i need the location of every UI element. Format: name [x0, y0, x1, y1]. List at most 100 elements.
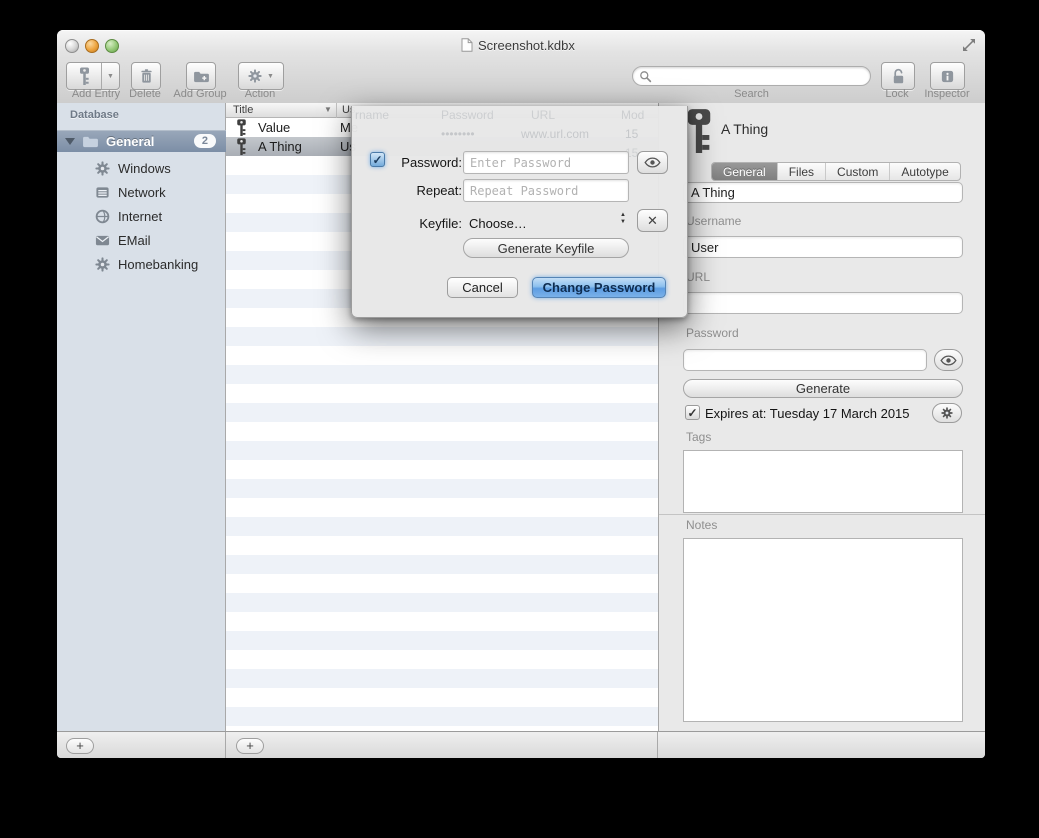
tags-field[interactable] — [683, 450, 963, 513]
ghost-header-password: Password — [441, 108, 494, 122]
close-window-button[interactable] — [65, 39, 79, 53]
server-icon — [95, 185, 110, 200]
lock-open-icon — [891, 68, 906, 85]
title-field[interactable] — [683, 182, 963, 203]
window-title: Screenshot.kdbx — [478, 38, 575, 53]
inspector-label: Inspector — [918, 88, 976, 101]
sort-desc-icon: ▼ — [324, 105, 332, 114]
add-entry-dropdown[interactable]: ▼ — [101, 63, 119, 89]
gear-icon — [941, 407, 953, 419]
add-entry-plus-button[interactable]: + — [236, 738, 264, 754]
search-field[interactable] — [632, 66, 871, 86]
inspector-panel: A Thing General Files Custom Autotype Us… — [658, 103, 985, 731]
ghost-header-modified: Mod — [621, 108, 644, 122]
ghost-row-modified: 15 — [625, 127, 638, 141]
action-label: Action — [238, 88, 282, 101]
sidebar-item-internet[interactable]: Internet — [57, 204, 226, 228]
enter-password-input[interactable] — [463, 151, 629, 174]
lock-button[interactable] — [881, 62, 915, 90]
inspector-entry-title: A Thing — [721, 121, 768, 137]
add-entry-label: Add Entry — [66, 88, 126, 101]
keyfile-popup[interactable]: Choose… — [469, 216, 527, 231]
search-icon — [639, 70, 652, 83]
fullscreen-icon[interactable] — [962, 38, 976, 52]
ghost-header-username: rname — [355, 108, 389, 122]
key-icon — [67, 67, 101, 85]
sidebar-item-label: Network — [118, 185, 166, 200]
reveal-password-button[interactable] — [637, 151, 668, 174]
eye-icon — [644, 157, 661, 168]
add-group-label: Add Group — [170, 88, 230, 101]
password-checkbox[interactable]: ✓ — [370, 152, 385, 167]
sidebar: Database General 2 Windows Network Inter… — [57, 103, 226, 731]
disclosure-triangle-icon[interactable] — [65, 138, 75, 145]
dialog-keyfile-label: Keyfile: — [386, 216, 462, 231]
sidebar-item-windows[interactable]: Windows — [57, 156, 226, 180]
sidebar-group-general[interactable]: General 2 — [57, 130, 226, 152]
cancel-button[interactable]: Cancel — [447, 277, 518, 298]
tab-autotype[interactable]: Autotype — [890, 163, 959, 180]
add-entry-button[interactable]: ▼ — [66, 62, 120, 90]
ghost-row-password: •••••••• — [441, 127, 475, 141]
column-header-title[interactable]: Title — [233, 104, 253, 116]
search-input[interactable] — [656, 68, 864, 84]
add-group-plus-button[interactable]: + — [66, 738, 94, 754]
generate-password-button[interactable]: Generate — [683, 379, 963, 398]
window-chrome: Screenshot.kdbx ▼ Add Entry Delete Add G… — [57, 30, 985, 104]
close-x-icon: ✕ — [647, 213, 658, 229]
zoom-window-button[interactable] — [105, 39, 119, 53]
app-window: Screenshot.kdbx ▼ Add Entry Delete Add G… — [57, 30, 985, 758]
eye-icon — [940, 355, 957, 366]
gear-icon — [95, 257, 110, 272]
sidebar-item-label: Internet — [118, 209, 162, 224]
document-icon — [461, 38, 473, 52]
clear-keyfile-button[interactable]: ✕ — [637, 209, 668, 232]
column-divider[interactable] — [336, 103, 337, 118]
sidebar-item-label: EMail — [118, 233, 151, 248]
dialog-repeat-label: Repeat: — [386, 183, 462, 198]
tab-files[interactable]: Files — [778, 163, 826, 180]
section-divider — [659, 514, 985, 515]
lock-label: Lock — [877, 88, 917, 101]
delete-button[interactable] — [131, 62, 161, 90]
keyfile-stepper-icon[interactable]: ▲ ▼ — [620, 212, 626, 225]
group-label: General — [106, 134, 154, 149]
stepper-up-icon: ▲ — [620, 212, 626, 218]
trash-icon — [139, 68, 154, 84]
tab-general[interactable]: General — [712, 163, 778, 180]
url-field[interactable] — [683, 292, 963, 314]
sidebar-item-network[interactable]: Network — [57, 180, 226, 204]
url-label: URL — [686, 270, 710, 284]
chevron-down-icon: ▼ — [267, 73, 274, 80]
username-field[interactable] — [683, 236, 963, 258]
chevron-down-icon: ▼ — [107, 73, 114, 80]
repeat-password-input[interactable] — [463, 179, 629, 202]
pane-divider — [657, 732, 658, 758]
inspector-button[interactable] — [930, 62, 965, 90]
sidebar-item-homebanking[interactable]: Homebanking — [57, 252, 226, 276]
notes-field[interactable] — [683, 538, 963, 722]
expires-checkbox[interactable]: ✓ — [685, 405, 700, 420]
pane-divider — [225, 732, 226, 758]
entry-title: Value — [258, 120, 338, 135]
change-password-button[interactable]: Change Password — [532, 277, 666, 298]
check-icon: ✓ — [372, 154, 382, 166]
change-password-dialog: rname Password URL Mod •••••••• www.url.… — [351, 106, 688, 318]
notes-label: Notes — [686, 518, 717, 532]
show-password-button[interactable] — [934, 349, 963, 371]
tab-custom[interactable]: Custom — [826, 163, 890, 180]
key-icon — [236, 119, 247, 136]
bottom-bar: + + — [57, 731, 985, 758]
expires-settings-button[interactable] — [932, 403, 962, 423]
sidebar-item-email[interactable]: EMail — [57, 228, 226, 252]
minimize-window-button[interactable] — [85, 39, 99, 53]
sidebar-item-label: Windows — [118, 161, 171, 176]
gear-icon — [248, 69, 262, 83]
globe-icon — [95, 209, 110, 224]
generate-keyfile-button[interactable]: Generate Keyfile — [463, 238, 629, 258]
action-button[interactable]: ▼ — [238, 62, 284, 90]
search-label: Search — [632, 88, 871, 101]
key-icon — [236, 138, 247, 155]
password-field[interactable] — [683, 349, 927, 371]
add-group-button[interactable] — [186, 62, 216, 90]
